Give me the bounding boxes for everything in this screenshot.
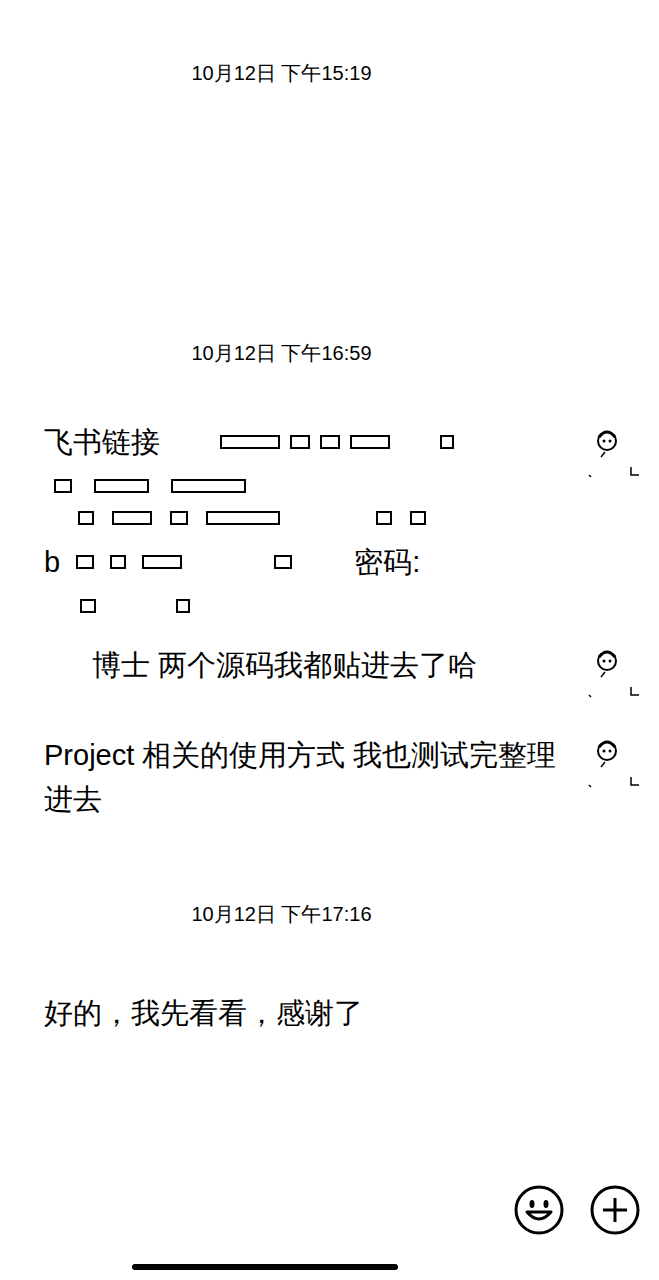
redaction-mark (76, 555, 94, 569)
text-message[interactable]: 博士 两个源码我都贴进去了哈 (44, 643, 575, 687)
redaction-mark (80, 599, 96, 613)
plus-icon[interactable] (589, 1184, 641, 1236)
redaction-mark (170, 511, 188, 525)
chat-screen: 10月12日 下午15:19 10月12日 下午16:59 飞书链接b密码: 博士 两… (0, 0, 659, 1280)
text-message[interactable]: 好的，我先看看，感谢了 (44, 991, 575, 1035)
redaction-mark (176, 599, 190, 613)
redaction-mark (350, 435, 390, 449)
text-message[interactable]: Project 相关的使用方式 我也测试完整理进去 (44, 733, 575, 821)
timestamp: 10月12日 下午16:59 (0, 338, 659, 368)
avatar-icon[interactable] (583, 733, 643, 793)
message-row: 好的，我先看看，感谢了 (0, 991, 659, 1035)
avatar-icon[interactable] (583, 643, 643, 703)
redaction-mark (78, 511, 94, 525)
timestamp: 10月12日 下午15:19 (0, 58, 659, 88)
redaction-mark (206, 511, 280, 525)
redaction-mark (110, 555, 126, 569)
redaction-mark (440, 435, 454, 449)
avatar-icon[interactable] (583, 423, 643, 483)
message-row: 博士 两个源码我都贴进去了哈 (0, 643, 659, 703)
message-row: 飞书链接b密码: (0, 423, 659, 613)
message-row: Project 相关的使用方式 我也测试完整理进去 (0, 733, 659, 821)
redaction-mark (142, 555, 182, 569)
redaction-mark (410, 511, 426, 525)
redaction-mark (320, 435, 340, 449)
redaction-mark (290, 435, 310, 449)
redaction-mark (376, 511, 392, 525)
message-list[interactable]: 10月12日 下午15:19 10月12日 下午16:59 飞书链接b密码: 博士 两… (0, 0, 659, 1184)
timestamp: 10月12日 下午17:16 (0, 899, 659, 929)
redaction-mark (112, 511, 152, 525)
redaction-mark (274, 555, 292, 569)
redaction-mark (54, 479, 72, 493)
input-toolbar (0, 1184, 659, 1264)
redaction-mark (220, 435, 280, 449)
redaction-mark (171, 479, 246, 493)
link-message[interactable]: 飞书链接b密码: (44, 423, 575, 613)
emoji-icon[interactable] (513, 1184, 565, 1236)
redaction-mark (94, 479, 149, 493)
home-indicator (0, 1264, 659, 1280)
